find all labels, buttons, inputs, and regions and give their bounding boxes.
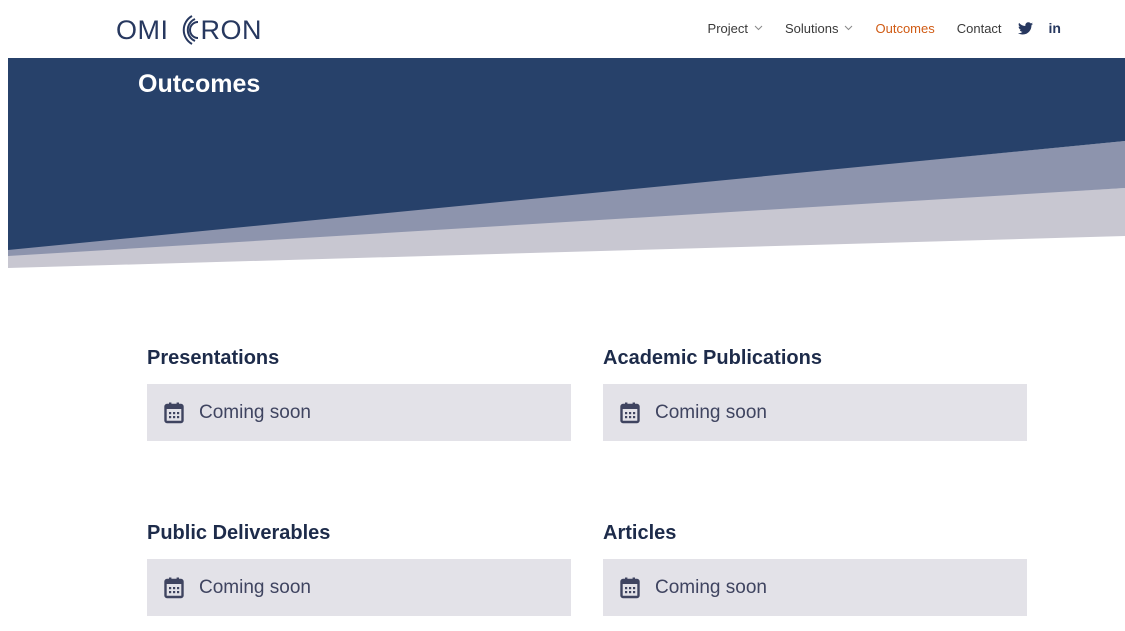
calendar-icon <box>620 577 640 598</box>
calendar-icon <box>164 577 184 598</box>
twitter-link[interactable] <box>1017 21 1033 35</box>
site-logo[interactable]: OMI RON <box>116 12 262 48</box>
section-title: Academic Publications <box>603 347 822 369</box>
calendar-icon <box>164 402 184 423</box>
section-status-box: Coming soon <box>603 384 1027 441</box>
logo-text-right: RON <box>200 14 262 45</box>
linkedin-icon: in <box>1048 20 1061 36</box>
section-title: Presentations <box>147 347 280 369</box>
twitter-icon <box>1017 21 1033 34</box>
page: OMI RON Project Solutions Outcomes Conta… <box>0 0 1125 631</box>
status-text: Coming soon <box>655 401 767 423</box>
signal-waves-icon <box>182 15 198 45</box>
section-public-deliverables: Public Deliverables Coming soon <box>147 521 571 616</box>
nav-item-outcomes[interactable]: Outcomes <box>875 21 934 36</box>
main-nav: Project Solutions Outcomes Contact in <box>686 20 1061 36</box>
section-status-box: Coming soon <box>147 559 571 616</box>
nav-item-solutions[interactable]: Solutions <box>785 21 853 36</box>
nav-item-label: Solutions <box>785 20 839 36</box>
section-title: Articles <box>603 522 677 544</box>
site-header: OMI RON Project Solutions Outcomes Conta… <box>0 0 1125 58</box>
chevron-down-icon <box>845 25 853 31</box>
section-status-box: Coming soon <box>147 384 571 441</box>
section-presentations: Presentations Coming soon <box>147 346 571 441</box>
status-text: Coming soon <box>655 576 767 598</box>
status-text: Coming soon <box>199 401 311 423</box>
nav-item-label: Project <box>707 20 748 36</box>
linkedin-link[interactable]: in <box>1049 20 1061 36</box>
section-academic-publications: Academic Publications Coming soon <box>603 346 1027 441</box>
nav-item-label: Outcomes <box>875 20 935 36</box>
logo-text-left: OMI <box>116 14 169 45</box>
nav-item-label: Contact <box>956 20 1002 36</box>
chevron-down-icon <box>754 25 763 31</box>
section-title: Public Deliverables <box>147 522 331 544</box>
nav-item-project[interactable]: Project <box>708 21 763 36</box>
status-text: Coming soon <box>199 576 311 598</box>
nav-item-contact[interactable]: Contact <box>957 21 1002 36</box>
section-status-box: Coming soon <box>603 559 1027 616</box>
calendar-icon <box>620 402 640 423</box>
section-articles: Articles Coming soon <box>603 521 1027 616</box>
page-title: Outcomes <box>138 70 261 98</box>
